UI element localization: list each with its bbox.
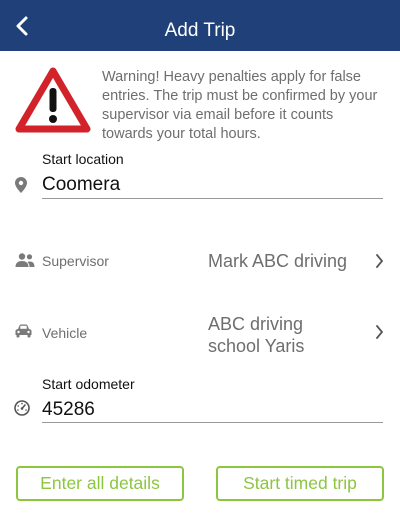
location-pin-icon — [15, 177, 27, 193]
vehicle-value-line1: ABC driving — [208, 314, 304, 334]
car-icon — [15, 324, 32, 338]
start-location-label: Start location — [42, 151, 124, 167]
start-timed-trip-button[interactable]: Start timed trip — [216, 466, 384, 501]
speedometer-icon — [14, 400, 30, 416]
chevron-right-icon — [376, 325, 383, 339]
nav-header: Add Trip — [0, 0, 400, 51]
chevron-right-icon — [376, 254, 383, 268]
start-odometer-underline — [42, 422, 383, 423]
supervisor-value: Mark ABC driving — [208, 251, 348, 271]
vehicle-label: Vehicle — [42, 325, 88, 341]
people-icon — [15, 253, 35, 267]
warning-icon — [15, 67, 91, 133]
start-odometer-label: Start odometer — [42, 376, 135, 392]
start-location-underline — [42, 198, 383, 199]
supervisor-label: Supervisor — [42, 253, 109, 269]
warning-message: Warning! Heavy penalties apply for false… — [102, 69, 378, 142]
vehicle-value-line2: school Yaris — [208, 336, 305, 356]
page-title: Add Trip — [164, 20, 236, 41]
enter-all-details-button[interactable]: Enter all details — [16, 466, 184, 501]
start-odometer-input[interactable]: 45286 — [42, 399, 95, 421]
start-location-input[interactable]: Coomera — [42, 174, 120, 196]
